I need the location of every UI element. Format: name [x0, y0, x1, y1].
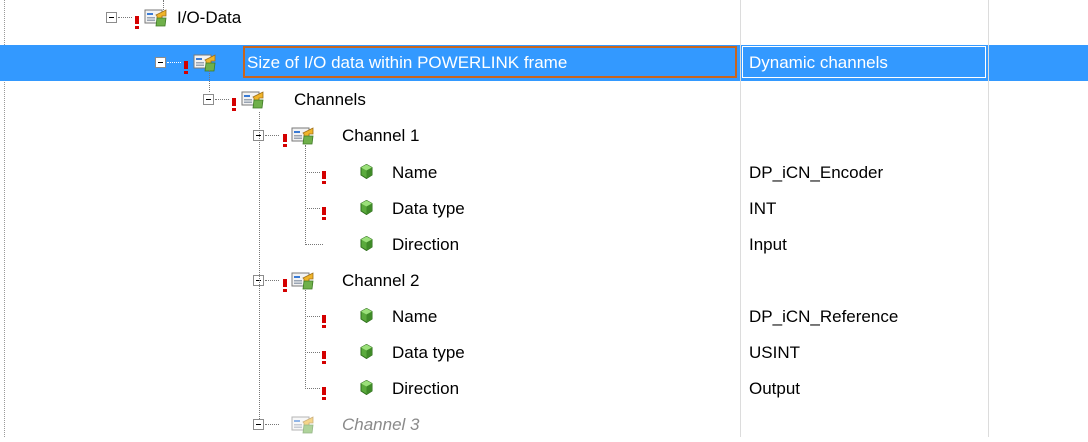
tree-connector	[265, 135, 279, 136]
parameter-gem-icon	[360, 236, 373, 251]
tree-row-ch1-name[interactable]: Name DP_iCN_Encoder	[0, 154, 1088, 190]
error-marker-icon	[283, 279, 287, 292]
tree-item-value[interactable]: USINT	[749, 343, 800, 363]
collapse-toggle[interactable]	[155, 57, 166, 68]
tree-item-value[interactable]: Input	[749, 235, 787, 255]
tree-connector	[209, 70, 210, 92]
tree-connector	[118, 17, 132, 18]
column-divider[interactable]	[740, 0, 741, 437]
tree-row-channel-1[interactable]: Channel 1	[0, 117, 1088, 153]
error-marker-icon	[322, 207, 326, 220]
error-marker-icon	[322, 315, 326, 328]
tree-item-label: Name	[392, 307, 438, 326]
error-marker-icon	[322, 171, 326, 184]
object-folder-icon	[291, 270, 315, 290]
tree-item-label: Direction	[392, 235, 460, 254]
tree-connector	[265, 424, 279, 425]
tree-item-label: Data type	[392, 343, 465, 362]
collapse-toggle[interactable]	[106, 12, 117, 23]
error-marker-icon	[232, 98, 236, 111]
tree-connector	[305, 352, 320, 353]
error-marker-icon	[322, 351, 326, 364]
tree-connector	[265, 280, 279, 281]
tree-row-ch1-datatype[interactable]: Data type INT	[0, 190, 1088, 226]
tree-row-channels[interactable]: Channels	[0, 81, 1088, 117]
tree-item-label: Direction	[392, 379, 460, 398]
error-marker-icon	[283, 134, 287, 147]
tree-row-ch2-name[interactable]: Name DP_iCN_Reference	[0, 298, 1088, 334]
tree-item-value[interactable]: Output	[749, 379, 800, 399]
tree-item-label: Name	[392, 163, 438, 182]
tree-item-value[interactable]: DP_iCN_Encoder	[749, 163, 883, 183]
collapse-toggle[interactable]	[253, 419, 264, 430]
tree-item-label: I/O-Data	[177, 8, 242, 27]
parameter-gem-icon	[360, 344, 373, 359]
tree-connector	[259, 112, 260, 419]
tree-item-value[interactable]: Dynamic channels	[749, 53, 888, 73]
parameter-gem-icon	[360, 308, 373, 323]
tree-item-label: Channel 2	[342, 271, 420, 290]
tree-item-label: Size of I/O data within POWERLINK frame	[247, 53, 568, 72]
collapse-toggle[interactable]	[203, 94, 214, 105]
tree-connector	[215, 99, 229, 100]
tree-row-ch2-direction[interactable]: Direction Output	[0, 370, 1088, 406]
object-folder-icon	[144, 7, 168, 27]
tree-row-io-size[interactable]: Size of I/O data within POWERLINK frame …	[0, 45, 1088, 81]
tree-connector	[305, 172, 320, 173]
tree-connector	[305, 145, 306, 245]
error-marker-icon	[322, 387, 326, 400]
tree-connector	[305, 316, 320, 317]
tree-connector	[305, 208, 320, 209]
tree-row-ch2-datatype[interactable]: Data type USINT	[0, 334, 1088, 370]
tree-item-value[interactable]: INT	[749, 199, 776, 219]
tree-item-label: Channels	[294, 90, 366, 109]
tree-item-label: Data type	[392, 199, 465, 218]
parameter-gem-icon	[360, 200, 373, 215]
tree-connector	[305, 290, 306, 389]
parameter-gem-icon	[360, 380, 373, 395]
tree-item-label: Channel 1	[342, 126, 420, 145]
parameter-gem-icon	[360, 164, 373, 179]
tree-row-ch1-direction[interactable]: Direction Input	[0, 226, 1088, 262]
tree-connector	[305, 244, 323, 245]
object-folder-icon	[241, 89, 265, 109]
tree-row-channel-2[interactable]: Channel 2	[0, 262, 1088, 298]
tree-item-label: Channel 3	[342, 415, 420, 434]
object-folder-icon	[291, 414, 315, 434]
error-marker-icon	[135, 16, 139, 29]
tree-connector	[163, 0, 164, 10]
object-folder-icon	[193, 52, 217, 72]
column-divider[interactable]	[988, 0, 989, 437]
error-marker-icon	[184, 61, 188, 74]
tree-connector	[167, 62, 181, 63]
object-folder-icon	[291, 125, 315, 145]
tree-connector	[305, 388, 320, 389]
tree-item-value[interactable]: DP_iCN_Reference	[749, 307, 898, 327]
property-tree: I/O-Data Size of I/O data within POWERLI…	[0, 0, 1088, 437]
